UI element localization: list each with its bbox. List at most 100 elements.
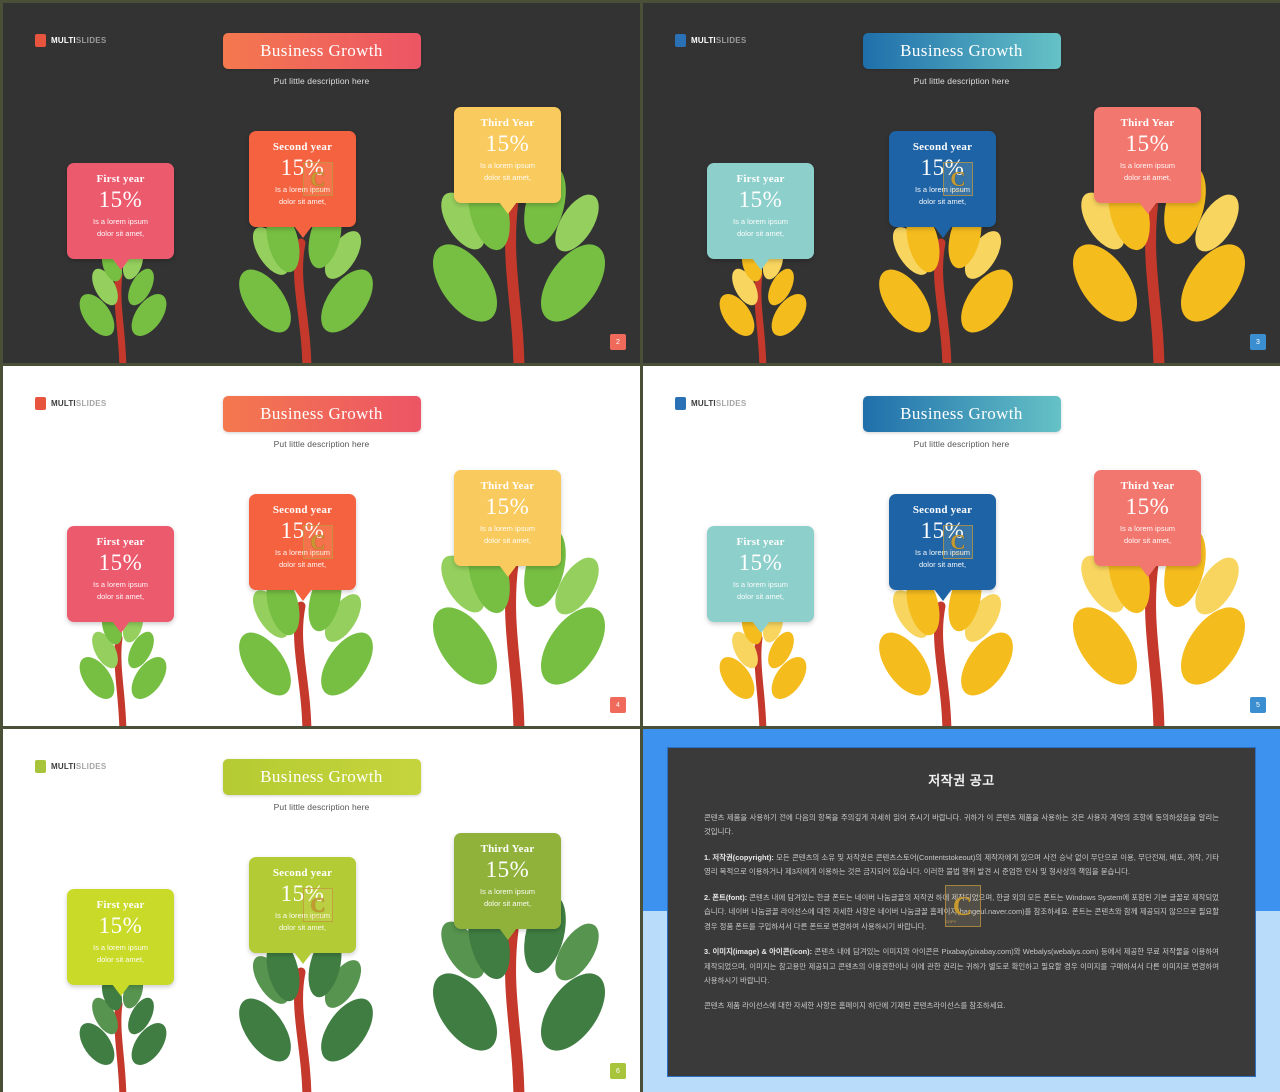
copyright-footer: 콘텐츠 제품 라이선스에 대한 자세한 사항은 홈페이지 하단에 기재된 콘텐츠… xyxy=(704,999,1219,1013)
card-first-year[interactable]: First year 15% Is a lorem ipsum dolor si… xyxy=(707,163,814,259)
copyright-section-3: 3. 이미지(image) & 아이콘(icon): 콘텐츠 내에 담겨있는 이… xyxy=(704,945,1219,988)
slide-6[interactable]: MULTISLIDES Business Growth Put little d… xyxy=(3,729,640,1092)
slide-copyright-notice[interactable]: 저작권 공고 콘텐츠 제품을 사용하기 전에 다음의 항목을 주의깊게 자세히 … xyxy=(643,729,1280,1092)
page-subtitle: Put little description here xyxy=(274,439,370,449)
card-tail xyxy=(1139,202,1157,214)
card-second-year[interactable]: Second year 15% Is a lorem ipsum dolor s… xyxy=(249,857,356,953)
card-tail xyxy=(934,589,952,601)
title-bar: Business Growth xyxy=(863,396,1061,432)
card-second-year[interactable]: Second year 15% Is a lorem ipsum dolor s… xyxy=(889,131,996,227)
card-desc-1: Is a lorem ipsum xyxy=(73,942,168,954)
card-value: 15% xyxy=(73,913,168,939)
card-desc-1: Is a lorem ipsum xyxy=(460,886,555,898)
copyright-panel: 저작권 공고 콘텐츠 제품을 사용하기 전에 다음의 항목을 주의깊게 자세히 … xyxy=(667,747,1256,1077)
card-desc-1: Is a lorem ipsum xyxy=(460,523,555,535)
card-desc-1: Is a lorem ipsum xyxy=(713,579,808,591)
card-value: 15% xyxy=(73,187,168,213)
copyright-section-1: 1. 저작권(copyright): 모든 콘텐츠의 소유 및 저작권은 콘텐츠… xyxy=(704,851,1219,880)
page-title: Business Growth xyxy=(900,41,1023,61)
card-value: 15% xyxy=(460,131,555,157)
card-value: 15% xyxy=(460,494,555,520)
card-first-year[interactable]: First year 15% Is a lorem ipsum dolor si… xyxy=(67,163,174,259)
card-title: Third Year xyxy=(1100,117,1195,129)
card-tail xyxy=(294,952,312,964)
slide-4[interactable]: MULTISLIDES Business Growth Put little d… xyxy=(3,366,640,726)
card-desc-2: dolor sit amet, xyxy=(460,898,555,910)
card-third-year[interactable]: Third Year 15% Is a lorem ipsum dolor si… xyxy=(454,107,561,203)
card-desc-2: dolor sit amet, xyxy=(255,922,350,934)
slide-3[interactable]: MULTISLIDES Business Growth Put little d… xyxy=(643,3,1280,363)
card-third-year[interactable]: Third Year 15% Is a lorem ipsum dolor si… xyxy=(454,470,561,566)
copyright-section-2-label: 2. 폰트(font): xyxy=(704,893,747,902)
card-desc-1: Is a lorem ipsum xyxy=(255,910,350,922)
page-subtitle: Put little description here xyxy=(914,76,1010,86)
title-block: Business Growth Put little description h… xyxy=(643,33,1280,86)
card-third-year[interactable]: Third Year 15% Is a lorem ipsum dolor si… xyxy=(1094,470,1201,566)
card-desc-2: dolor sit amet, xyxy=(460,172,555,184)
card-tail xyxy=(499,928,517,940)
card-desc-2: dolor sit amet, xyxy=(895,196,990,208)
card-first-year[interactable]: First year 15% Is a lorem ipsum dolor si… xyxy=(67,526,174,622)
page-number: 2 xyxy=(616,339,620,346)
card-desc-2: dolor sit amet, xyxy=(255,196,350,208)
card-desc-2: dolor sit amet, xyxy=(713,591,808,603)
card-value: 15% xyxy=(713,187,808,213)
card-value: 15% xyxy=(255,881,350,907)
title-block: Business Growth Put little description h… xyxy=(3,759,640,812)
card-tail xyxy=(112,621,130,633)
title-bar: Business Growth xyxy=(223,396,421,432)
card-first-year[interactable]: First year 15% Is a lorem ipsum dolor si… xyxy=(707,526,814,622)
card-desc-2: dolor sit amet, xyxy=(1100,535,1195,547)
page-number-badge: 4 xyxy=(610,697,626,713)
copyright-section-1-text: 모든 콘텐츠의 소유 및 저작권은 콘텐츠스토어(Contentstokeout… xyxy=(704,853,1219,876)
title-block: Business Growth Put little description h… xyxy=(643,396,1280,449)
card-title: Second year xyxy=(255,867,350,879)
slide-5[interactable]: MULTISLIDES Business Growth Put little d… xyxy=(643,366,1280,726)
card-desc-1: Is a lorem ipsum xyxy=(713,216,808,228)
card-value: 15% xyxy=(255,155,350,181)
title-bar: Business Growth xyxy=(863,33,1061,69)
page-title: Business Growth xyxy=(260,404,383,424)
card-title: Third Year xyxy=(1100,480,1195,492)
copyright-section-2: 2. 폰트(font): 콘텐츠 내에 담겨있는 한글 폰트는 네이버 나눔글꼴… xyxy=(704,891,1219,934)
card-tail xyxy=(112,984,130,996)
card-second-year[interactable]: Second year 15% Is a lorem ipsum dolor s… xyxy=(889,494,996,590)
slide-2[interactable]: MULTISLIDES Business Growth Put little d… xyxy=(3,3,640,363)
card-desc-2: dolor sit amet, xyxy=(73,954,168,966)
card-title: Second year xyxy=(895,141,990,153)
card-title: Third Year xyxy=(460,843,555,855)
card-desc-1: Is a lorem ipsum xyxy=(255,547,350,559)
card-title: First year xyxy=(713,536,808,548)
card-first-year[interactable]: First year 15% Is a lorem ipsum dolor si… xyxy=(67,889,174,985)
card-desc-2: dolor sit amet, xyxy=(73,228,168,240)
card-title: Third Year xyxy=(460,117,555,129)
card-value: 15% xyxy=(895,518,990,544)
card-third-year[interactable]: Third Year 15% Is a lorem ipsum dolor si… xyxy=(454,833,561,929)
page-number-badge: 5 xyxy=(1250,697,1266,713)
card-desc-1: Is a lorem ipsum xyxy=(460,160,555,172)
title-block: Business Growth Put little description h… xyxy=(3,33,640,86)
page-number-badge: 3 xyxy=(1250,334,1266,350)
card-tail xyxy=(499,202,517,214)
title-bar: Business Growth xyxy=(223,759,421,795)
card-title: Third Year xyxy=(460,480,555,492)
card-title: Second year xyxy=(255,141,350,153)
card-tail xyxy=(499,565,517,577)
card-second-year[interactable]: Second year 15% Is a lorem ipsum dolor s… xyxy=(249,494,356,590)
card-third-year[interactable]: Third Year 15% Is a lorem ipsum dolor si… xyxy=(1094,107,1201,203)
card-title: First year xyxy=(73,899,168,911)
card-desc-1: Is a lorem ipsum xyxy=(73,579,168,591)
card-second-year[interactable]: Second year 15% Is a lorem ipsum dolor s… xyxy=(249,131,356,227)
card-value: 15% xyxy=(1100,494,1195,520)
card-tail xyxy=(934,226,952,238)
copyright-section-3-label: 3. 이미지(image) & 아이콘(icon): xyxy=(704,947,812,956)
card-desc-1: Is a lorem ipsum xyxy=(895,547,990,559)
card-desc-2: dolor sit amet, xyxy=(1100,172,1195,184)
page-title: Business Growth xyxy=(900,404,1023,424)
card-value: 15% xyxy=(895,155,990,181)
card-desc-2: dolor sit amet, xyxy=(73,591,168,603)
card-tail xyxy=(294,589,312,601)
card-title: Second year xyxy=(255,504,350,516)
copyright-section-2-text: 콘텐츠 내에 담겨있는 한글 폰트는 네이버 나눔글꼴의 저작권 하에 제작되었… xyxy=(704,893,1219,931)
page-number: 5 xyxy=(1256,702,1260,709)
